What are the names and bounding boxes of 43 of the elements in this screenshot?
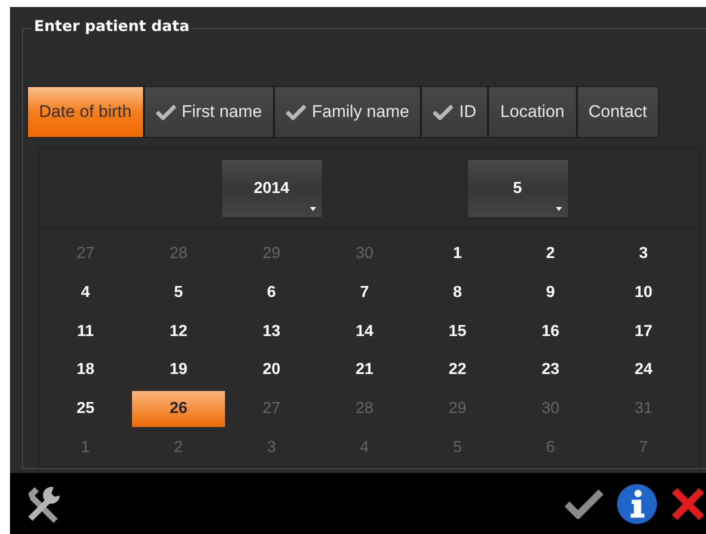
tab[interactable]: Date of birth bbox=[27, 86, 144, 138]
calendar-day[interactable]: 22 bbox=[411, 352, 504, 389]
tab[interactable]: First name bbox=[144, 86, 274, 138]
calendar-day[interactable]: 20 bbox=[225, 352, 318, 389]
calendar-day[interactable]: 24 bbox=[597, 352, 690, 389]
checkmark-icon bbox=[433, 104, 454, 120]
calendar-day[interactable]: 25 bbox=[39, 390, 132, 428]
tab[interactable]: Location bbox=[488, 86, 576, 138]
calendar-day[interactable]: 21 bbox=[318, 352, 411, 389]
close-icon[interactable] bbox=[670, 486, 706, 522]
tab[interactable]: ID bbox=[421, 86, 488, 138]
group-title: Enter patient data bbox=[31, 17, 192, 35]
caret-icon bbox=[556, 207, 562, 211]
checkmark-icon bbox=[286, 104, 306, 120]
calendar-day[interactable]: 12 bbox=[132, 313, 225, 350]
calendar-day[interactable]: 14 bbox=[318, 313, 411, 350]
calendar-day[interactable]: 19 bbox=[132, 352, 225, 389]
calendar-day[interactable]: 1 bbox=[411, 236, 504, 273]
calendar-day[interactable]: 7 bbox=[318, 274, 411, 312]
calendar-day[interactable]: 10 bbox=[597, 274, 690, 312]
info-icon[interactable] bbox=[616, 482, 658, 524]
calendar-day[interactable]: 23 bbox=[504, 352, 597, 389]
year-dropdown[interactable]: 2014 bbox=[222, 160, 322, 217]
calendar-day[interactable]: 9 bbox=[504, 274, 597, 312]
calendar-day[interactable]: 8 bbox=[411, 274, 504, 312]
calendar-day[interactable]: 3 bbox=[597, 236, 690, 273]
checkmark-icon[interactable] bbox=[564, 488, 604, 518]
calendar-day[interactable]: 17 bbox=[597, 313, 690, 350]
caret-icon bbox=[310, 207, 316, 211]
calendar-day[interactable]: 4 bbox=[39, 274, 132, 312]
checkmark-icon bbox=[156, 104, 176, 120]
month-dropdown[interactable]: 5 bbox=[468, 160, 568, 217]
calendar-day[interactable]: 11 bbox=[39, 313, 132, 350]
tab[interactable]: Contact bbox=[576, 86, 660, 138]
calendar-day[interactable]: 13 bbox=[225, 313, 318, 350]
calendar-day[interactable]: 16 bbox=[504, 313, 597, 350]
calendar-day[interactable]: 5 bbox=[132, 274, 225, 312]
tab[interactable]: Family name bbox=[274, 86, 422, 138]
calendar-day[interactable]: 26 bbox=[132, 390, 225, 428]
calendar-day[interactable]: 6 bbox=[225, 274, 318, 312]
calendar-day[interactable]: 15 bbox=[411, 313, 504, 350]
calendar-day[interactable]: 18 bbox=[39, 352, 132, 389]
calendar-day[interactable]: 2 bbox=[504, 236, 597, 273]
